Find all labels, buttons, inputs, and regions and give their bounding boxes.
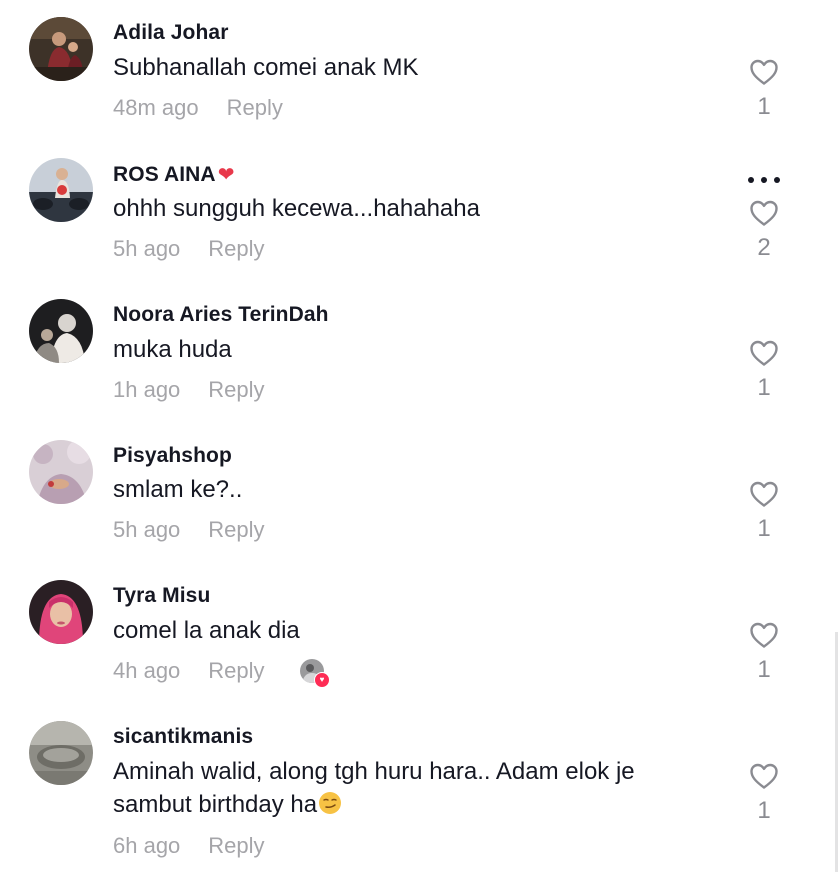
- red-heart-emoji-icon: ❤: [217, 164, 235, 186]
- comment-meta: 4h ago Reply: [113, 658, 265, 684]
- username-text[interactable]: Pisyahshop: [113, 444, 232, 467]
- comment-username[interactable]: Pisyahshop: [113, 444, 232, 468]
- like-heart-icon[interactable]: [749, 480, 779, 508]
- like-heart-icon[interactable]: [749, 762, 779, 790]
- avatar[interactable]: [29, 721, 93, 785]
- reply-button[interactable]: Reply: [208, 658, 264, 683]
- comment-time: 5h ago: [113, 517, 181, 542]
- avatar[interactable]: [29, 158, 93, 222]
- reply-button[interactable]: Reply: [208, 377, 264, 402]
- liked-by-creator-badge: ♥: [300, 659, 330, 689]
- reply-button[interactable]: Reply: [208, 517, 264, 542]
- avatar[interactable]: [29, 299, 93, 363]
- comment-text-line: Aminah walid, along tgh huru hara.. Adam…: [113, 758, 635, 785]
- like-count: 1: [757, 93, 771, 120]
- like-count: 2: [757, 234, 771, 261]
- comment-meta: 1h ago Reply: [113, 377, 265, 403]
- reply-button[interactable]: Reply: [208, 236, 264, 261]
- comment-username[interactable]: Adila Johar: [113, 21, 228, 45]
- avatar-photo-icon: [29, 158, 93, 222]
- comment-text: Subhanallah comei anak MK: [113, 54, 419, 81]
- comment-time: 48m ago: [113, 95, 199, 120]
- comment-username[interactable]: Noora Aries TerinDah: [113, 303, 329, 327]
- comment-text: smlam ke?..: [113, 476, 243, 503]
- comment-time: 4h ago: [113, 658, 181, 683]
- username-text[interactable]: sicantikmanis: [113, 725, 253, 748]
- like-heart-icon[interactable]: [749, 199, 779, 227]
- like-count: 1: [757, 656, 771, 683]
- avatar[interactable]: [29, 580, 93, 644]
- comment-meta: 5h ago Reply: [113, 236, 265, 262]
- like-heart-icon[interactable]: [749, 621, 779, 649]
- smirking-face-emoji-icon: [319, 792, 342, 814]
- username-text[interactable]: Noora Aries TerinDah: [113, 303, 329, 326]
- avatar-photo-icon: [29, 299, 93, 363]
- like-count: 1: [757, 797, 771, 824]
- like-count: 1: [757, 515, 771, 542]
- comment-text: comel la anak dia: [113, 617, 300, 644]
- comment-username[interactable]: Tyra Misu: [113, 584, 210, 608]
- comment-time: 5h ago: [113, 236, 181, 261]
- reply-button[interactable]: Reply: [227, 95, 283, 120]
- comment-text-segment: sambut birthday ha: [113, 791, 318, 818]
- comment-meta: 5h ago Reply: [113, 517, 265, 543]
- comment-text: ohhh sungguh kecewa...hahahaha: [113, 195, 480, 222]
- comment-username[interactable]: sicantikmanis: [113, 725, 253, 749]
- comment-text: muka huda: [113, 336, 232, 363]
- comment-meta: 48m ago Reply: [113, 95, 283, 121]
- comment-time: 6h ago: [113, 833, 181, 858]
- username-text[interactable]: ROS AINA: [113, 163, 216, 186]
- avatar[interactable]: [29, 440, 93, 504]
- like-heart-icon[interactable]: [749, 58, 779, 86]
- avatar-photo-icon: [29, 440, 93, 504]
- comment-meta: 6h ago Reply: [113, 833, 265, 859]
- username-text[interactable]: Tyra Misu: [113, 584, 210, 607]
- comment-username[interactable]: ROS AINA ❤: [113, 162, 235, 187]
- avatar-photo-icon: [29, 580, 93, 644]
- creator-heart-icon: ♥: [314, 672, 330, 688]
- like-heart-icon[interactable]: [749, 339, 779, 367]
- avatar-photo-icon: [29, 721, 93, 785]
- more-options-icon[interactable]: [746, 172, 782, 183]
- avatar[interactable]: [29, 17, 93, 81]
- comment-time: 1h ago: [113, 377, 181, 402]
- comment-text-line: sambut birthday ha: [113, 788, 713, 821]
- like-count: 1: [757, 374, 771, 401]
- username-text[interactable]: Adila Johar: [113, 21, 228, 44]
- avatar-photo-icon: [29, 17, 93, 81]
- reply-button[interactable]: Reply: [208, 833, 264, 858]
- comment-text: Aminah walid, along tgh huru hara.. Adam…: [113, 755, 713, 821]
